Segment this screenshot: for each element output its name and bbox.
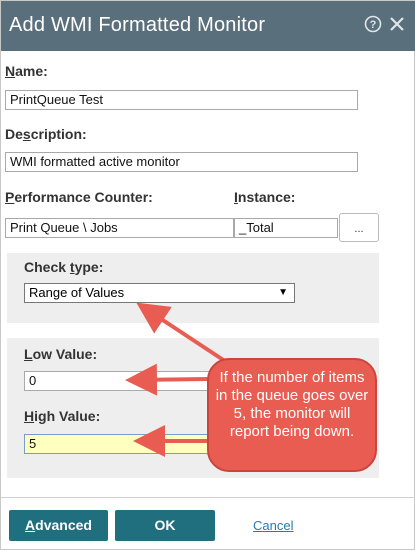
instance-field[interactable]: _Total [234, 218, 338, 238]
low-value-label: Low Value: [24, 346, 98, 362]
svg-text:?: ? [370, 19, 377, 31]
check-type-select[interactable]: Range of Values ▼ [24, 283, 295, 303]
advanced-button[interactable]: Advanced [9, 510, 108, 541]
browse-button[interactable]: ... [339, 213, 379, 242]
help-icon[interactable]: ? [364, 15, 382, 33]
ok-button[interactable]: OK [115, 510, 215, 541]
close-icon[interactable] [388, 15, 406, 33]
performance-counter-label: Performance Counter: [5, 189, 153, 205]
description-label: Description: [5, 126, 87, 142]
cancel-link[interactable]: Cancel [253, 518, 293, 533]
check-type-selected: Range of Values [29, 285, 125, 300]
annotation-callout: If the number of items in the queue goes… [207, 358, 377, 472]
name-field[interactable]: PrintQueue Test [5, 90, 358, 110]
high-value-field[interactable]: 5 [24, 434, 224, 454]
footer-divider [1, 497, 415, 498]
description-field[interactable]: WMI formatted active monitor [5, 152, 358, 172]
check-type-label: Check type: [24, 259, 104, 275]
add-wmi-monitor-dialog: Add WMI Formatted Monitor ? Name: PrintQ… [0, 0, 415, 550]
name-label: Name: [5, 63, 48, 79]
low-value-field[interactable]: 0 [24, 371, 224, 391]
performance-counter-field[interactable]: Print Queue \ Jobs [5, 218, 234, 238]
dialog-titlebar: Add WMI Formatted Monitor ? [1, 1, 415, 51]
high-value-label: High Value: [24, 408, 101, 424]
dialog-title: Add WMI Formatted Monitor [9, 14, 266, 36]
dropdown-arrow-icon: ▼ [278, 287, 288, 298]
instance-label: Instance: [234, 189, 296, 205]
